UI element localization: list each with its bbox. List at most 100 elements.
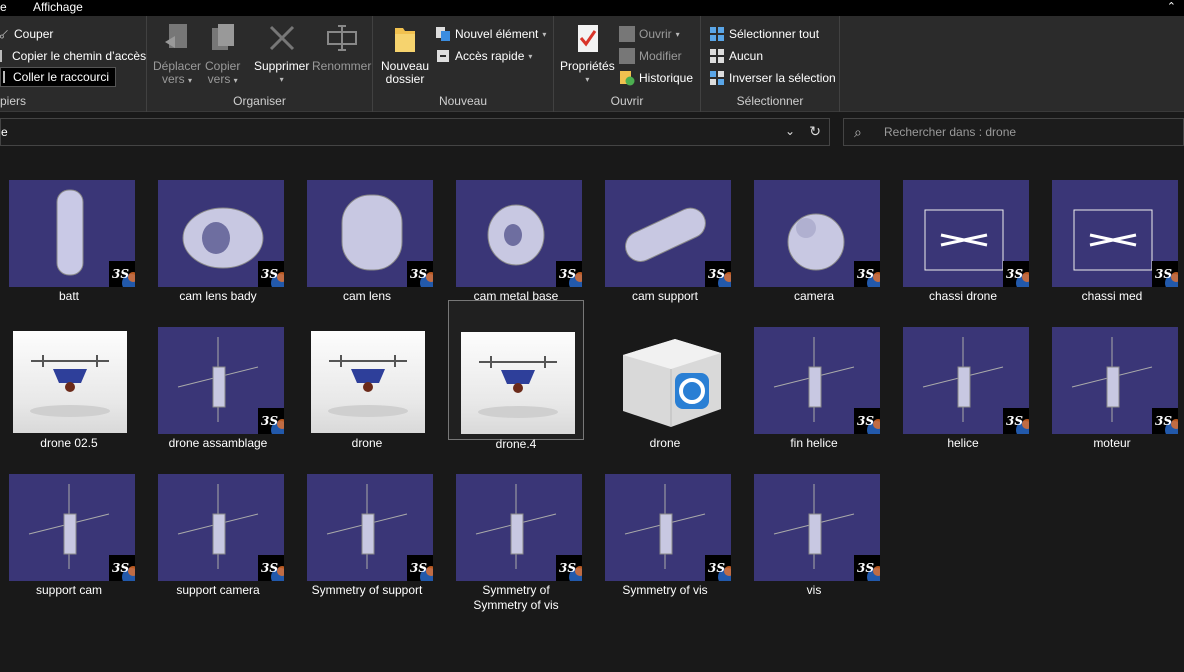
catia-3ds-badge-icon: 3S <box>854 261 880 287</box>
properties-button[interactable]: Propriétés ▾ <box>560 22 615 86</box>
file-item[interactable]: 3S Symmetry of Symmetry of vis <box>448 447 584 612</box>
tab-truncated[interactable]: e <box>0 0 7 16</box>
catia-3ds-badge-icon: 3S <box>258 408 284 434</box>
file-item[interactable]: drone.4 <box>448 300 584 451</box>
drone-photo-thumbnail <box>13 331 127 433</box>
catia-3ds-badge-icon: 3S <box>705 261 731 287</box>
file-item[interactable]: 3S helice <box>895 300 1031 450</box>
catia-part-thumbnail: 3S <box>158 327 284 434</box>
edit-button[interactable]: Modifier <box>619 46 682 66</box>
address-bar[interactable]: e ⌄ ↻ <box>0 118 830 146</box>
move-to-button[interactable]: Déplacer vers ▾ <box>153 22 201 87</box>
file-item[interactable]: 3S moteur <box>1044 300 1180 450</box>
new-item-label: Nouvel élément <box>455 27 539 41</box>
delete-button[interactable]: Supprimer ▾ <box>254 22 309 86</box>
file-item[interactable]: 3S cam lens bady <box>150 153 286 303</box>
file-item[interactable]: 3S chassi drone <box>895 153 1031 303</box>
ribbon-collapse-chevron-icon[interactable]: ⌃ <box>1167 0 1176 16</box>
rename-button[interactable]: Renommer <box>312 22 371 73</box>
copy-path-label: Copier le chemin d’accès <box>12 49 147 63</box>
catia-part-thumbnail: 3S <box>158 474 284 581</box>
catia-part-thumbnail: 3S <box>605 180 731 287</box>
svg-text:3S: 3S <box>112 561 129 575</box>
catia-3ds-badge-icon: 3S <box>407 555 433 581</box>
quick-access-label: Accès rapide <box>455 49 525 63</box>
copy-to-button[interactable]: Copier vers ▾ <box>205 22 240 87</box>
open-button[interactable]: Ouvrir ▾ <box>619 24 680 44</box>
select-none-button[interactable]: Aucun <box>709 46 763 66</box>
keyshot-file-icon <box>605 327 731 434</box>
catia-part-thumbnail: 3S <box>307 474 433 581</box>
search-input[interactable]: Rechercher dans : drone <box>884 125 1016 139</box>
rename-icon <box>326 25 357 51</box>
svg-text:3S: 3S <box>261 561 278 575</box>
catia-part-thumbnail: 3S <box>754 474 880 581</box>
address-row: e ⌄ ↻ ⌕ Rechercher dans : drone <box>0 112 1184 152</box>
file-item[interactable]: drone 02.5 <box>1 300 137 450</box>
chevron-down-icon: ▾ <box>279 75 284 84</box>
catia-3ds-badge-icon: 3S <box>109 555 135 581</box>
new-item-icon <box>436 27 450 41</box>
catia-3ds-badge-icon: 3S <box>1003 261 1029 287</box>
invert-selection-button[interactable]: Inverser la sélection <box>709 68 836 88</box>
catia-3ds-badge-icon: 3S <box>258 555 284 581</box>
file-item[interactable]: 3S support camera <box>150 447 286 597</box>
file-item[interactable]: drone <box>299 300 435 450</box>
paste-shortcut-label: Coller le raccourci <box>13 70 110 84</box>
catia-part-thumbnail: 3S <box>158 180 284 287</box>
clipboard-group-label: piers <box>0 94 27 108</box>
new-folder-label-2: dossier <box>385 72 425 86</box>
file-item[interactable]: 3S batt <box>1 153 137 303</box>
tab-affichage[interactable]: Affichage <box>33 0 83 16</box>
cut-button[interactable]: Couper <box>0 24 53 44</box>
chevron-down-icon[interactable]: ⌄ <box>785 124 795 138</box>
file-item[interactable]: 3S camera <box>746 153 882 303</box>
file-item[interactable]: 3S cam support <box>597 153 733 303</box>
open-group: Propriétés ▾ Ouvrir ▾ Modifier Historiqu… <box>554 16 701 112</box>
svg-text:3S: 3S <box>1155 414 1172 428</box>
quick-access-button[interactable]: Accès rapide ▾ <box>435 46 532 66</box>
svg-text:3S: 3S <box>857 267 874 281</box>
file-name: support cam <box>35 583 103 597</box>
file-item[interactable]: 3S vis <box>746 447 882 597</box>
paste-shortcut-button[interactable]: Coller le raccourci <box>0 67 117 87</box>
file-item[interactable]: 3S fin helice <box>746 300 882 450</box>
select-group: Sélectionner tout Aucun Inverser la séle… <box>701 16 840 112</box>
cut-label: Couper <box>14 27 54 41</box>
catia-part-thumbnail: 3S <box>903 327 1029 434</box>
new-folder-button[interactable]: Nouveau dossier <box>381 22 429 86</box>
clipboard-group: Couper Copier le chemin d’accès Coller l… <box>0 16 147 112</box>
search-box[interactable]: ⌕ Rechercher dans : drone <box>843 118 1184 146</box>
file-item[interactable]: 3S support cam <box>1 447 137 597</box>
refresh-icon[interactable]: ↻ <box>809 123 821 140</box>
select-none-icon <box>710 49 724 63</box>
copy-path-button[interactable]: Copier le chemin d’accès <box>0 46 146 66</box>
history-button[interactable]: Historique <box>619 68 693 88</box>
catia-3ds-badge-icon: 3S <box>854 555 880 581</box>
select-all-label: Sélectionner tout <box>729 27 820 41</box>
file-item[interactable]: 3S cam metal base <box>448 153 584 303</box>
catia-part-thumbnail: 3S <box>9 180 135 287</box>
new-item-button[interactable]: Nouvel élément ▾ <box>435 24 546 44</box>
svg-text:3S: 3S <box>261 267 278 281</box>
rename-label: Renommer <box>312 59 372 73</box>
address-path: e <box>1 125 8 139</box>
file-item[interactable]: 3S Symmetry of support <box>299 447 435 597</box>
catia-part-thumbnail: 3S <box>903 180 1029 287</box>
file-item[interactable]: 3S drone assamblage <box>150 300 286 450</box>
file-item[interactable]: 3S Symmetry of vis <box>597 447 733 597</box>
file-item[interactable]: 3S chassi med <box>1044 153 1180 303</box>
file-item[interactable]: 3S cam lens <box>299 153 435 303</box>
select-all-icon <box>710 27 724 41</box>
paste-shortcut-icon <box>3 71 9 83</box>
select-group-label: Sélectionner <box>736 94 804 108</box>
new-group: Nouveau dossier Nouvel élément ▾ Accès r… <box>373 16 554 112</box>
file-item[interactable]: drone <box>597 300 733 450</box>
svg-text:3S: 3S <box>857 414 874 428</box>
select-all-button[interactable]: Sélectionner tout <box>709 24 819 44</box>
svg-text:3S: 3S <box>559 561 576 575</box>
organize-group: Déplacer vers ▾ Copier vers ▾ Supprimer … <box>147 16 373 112</box>
file-name: helice <box>947 436 979 450</box>
folder-icon <box>395 28 416 52</box>
easy-access-icon <box>437 50 449 62</box>
